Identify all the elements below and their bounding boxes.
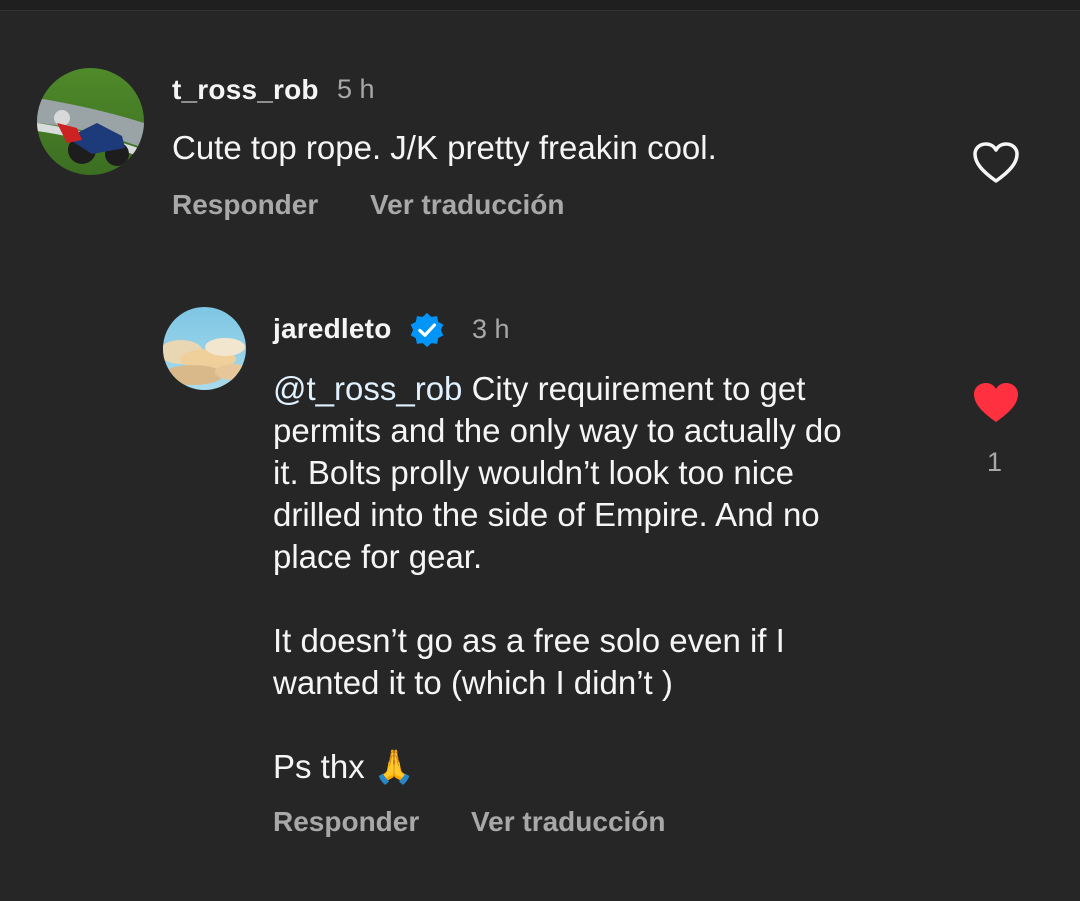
mention-link[interactable]: @t_ross_rob (273, 370, 462, 407)
avatar-t-ross-rob[interactable] (37, 68, 144, 175)
reply-timestamp: 3 h (472, 314, 510, 344)
comment-text: Cute top rope. J/K pretty freakin cool. (172, 129, 717, 166)
reply-button[interactable]: Responder (172, 189, 318, 221)
comment-username[interactable]: t_ross_rob (172, 74, 319, 106)
reply-see-translation-button[interactable]: Ver traducción (471, 806, 666, 838)
like-count: 1 (987, 447, 1003, 477)
comment-timestamp: 5 h (337, 74, 375, 104)
reply-text: @t_ross_rob City requirement to get perm… (273, 368, 842, 788)
reply-body: City requirement to get permits and the … (273, 370, 842, 785)
reply-reply-button[interactable]: Responder (273, 806, 419, 838)
heart-filled-icon[interactable] (972, 381, 1020, 425)
reply-username[interactable]: jaredleto (273, 313, 392, 345)
heart-outline-icon[interactable] (972, 141, 1020, 185)
see-translation-button[interactable]: Ver traducción (370, 189, 565, 221)
motorcycle-racer-photo-icon (37, 68, 144, 175)
comments-view: t_ross_rob 5 h Cute top rope. J/K pretty… (0, 0, 1080, 901)
sky-clouds-photo-icon (163, 307, 246, 390)
verified-badge-icon (410, 312, 444, 348)
top-divider (0, 0, 1080, 11)
avatar-jaredleto[interactable] (163, 307, 246, 390)
